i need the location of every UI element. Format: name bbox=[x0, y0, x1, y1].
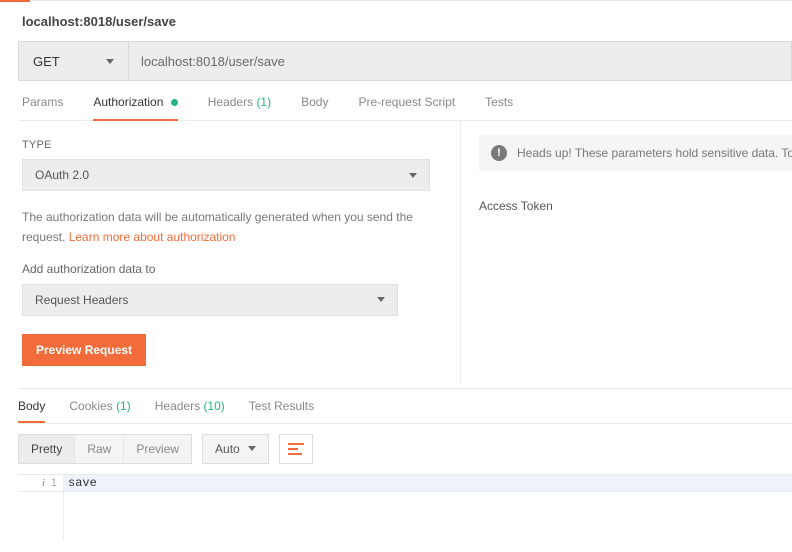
response-format-value: Auto bbox=[215, 442, 240, 456]
tab-headers-count: (1) bbox=[256, 95, 271, 109]
response-format-select[interactable]: Auto bbox=[202, 434, 269, 464]
request-url-input[interactable] bbox=[129, 42, 791, 80]
view-mode-pretty[interactable]: Pretty bbox=[19, 435, 74, 463]
response-tabs: Body Cookies (1) Headers (10) Test Resul… bbox=[18, 388, 792, 424]
authorization-details-pane: ! Heads up! These parameters hold sensit… bbox=[460, 121, 792, 384]
active-tab-indicator bbox=[0, 0, 30, 2]
http-method-value: GET bbox=[33, 54, 60, 69]
tab-authorization-label: Authorization bbox=[93, 95, 163, 109]
resp-tab-body-label: Body bbox=[18, 399, 45, 413]
notice-text: Heads up! These parameters hold sensitiv… bbox=[517, 146, 792, 160]
preview-request-button[interactable]: Preview Request bbox=[22, 334, 146, 366]
view-mode-segment: Pretty Raw Preview bbox=[18, 434, 192, 464]
chevron-down-icon bbox=[106, 59, 114, 64]
tab-prerequest[interactable]: Pre-request Script bbox=[358, 95, 455, 119]
view-mode-preview-label: Preview bbox=[136, 442, 179, 456]
authorization-active-dot-icon bbox=[171, 99, 178, 106]
tab-params-label: Params bbox=[22, 95, 63, 109]
request-config-tabs: Params Authorization Headers (1) Body Pr… bbox=[18, 81, 792, 121]
auth-type-label: TYPE bbox=[22, 139, 442, 151]
resp-tab-test-results-label: Test Results bbox=[249, 399, 314, 413]
tab-tests-label: Tests bbox=[485, 95, 513, 109]
resp-tab-cookies-count: (1) bbox=[116, 399, 131, 413]
response-body-content[interactable]: save bbox=[64, 475, 792, 491]
tab-tests[interactable]: Tests bbox=[485, 95, 513, 119]
tab-headers[interactable]: Headers (1) bbox=[208, 95, 271, 119]
editor-gutter-col bbox=[18, 492, 64, 540]
tab-body[interactable]: Body bbox=[301, 95, 328, 119]
resp-tab-test-results[interactable]: Test Results bbox=[249, 399, 314, 421]
auth-type-value: OAuth 2.0 bbox=[35, 168, 89, 182]
response-viewer-toolbar: Pretty Raw Preview Auto bbox=[18, 424, 792, 474]
authorization-settings-pane: TYPE OAuth 2.0 The authorization data wi… bbox=[18, 121, 460, 384]
add-auth-to-select[interactable]: Request Headers bbox=[22, 284, 398, 316]
chevron-down-icon bbox=[248, 446, 256, 451]
editor-empty-area bbox=[18, 492, 792, 540]
http-method-select[interactable]: GET bbox=[19, 42, 129, 80]
info-icon: ! bbox=[491, 145, 507, 161]
view-mode-preview[interactable]: Preview bbox=[123, 435, 191, 463]
editor-gutter: i 1 bbox=[18, 475, 64, 491]
resp-tab-headers-label: Headers bbox=[155, 399, 200, 413]
view-mode-pretty-label: Pretty bbox=[31, 442, 62, 456]
response-body-line: i 1 save bbox=[18, 474, 792, 492]
chevron-down-icon bbox=[377, 297, 385, 302]
learn-more-link[interactable]: Learn more about authorization bbox=[69, 230, 236, 244]
view-mode-raw[interactable]: Raw bbox=[74, 435, 123, 463]
resp-tab-cookies[interactable]: Cookies (1) bbox=[69, 399, 130, 421]
add-auth-to-value: Request Headers bbox=[35, 293, 128, 307]
info-glyph-icon: i bbox=[42, 477, 45, 489]
resp-tab-cookies-label: Cookies bbox=[69, 399, 112, 413]
tab-body-label: Body bbox=[301, 95, 328, 109]
tab-authorization[interactable]: Authorization bbox=[93, 95, 177, 121]
resp-tab-body[interactable]: Body bbox=[18, 399, 45, 423]
chevron-down-icon bbox=[409, 173, 417, 178]
access-token-label: Access Token bbox=[479, 199, 792, 213]
wrap-lines-button[interactable] bbox=[279, 434, 313, 464]
view-mode-raw-label: Raw bbox=[87, 442, 111, 456]
line-number: 1 bbox=[51, 477, 57, 489]
add-auth-to-label: Add authorization data to bbox=[22, 262, 442, 276]
wrap-lines-icon bbox=[288, 443, 304, 455]
request-tab-header: localhost:8018/user/save bbox=[18, 1, 792, 41]
request-bar: GET bbox=[18, 41, 792, 81]
auth-helper-text: The authorization data will be automatic… bbox=[22, 207, 442, 248]
tab-params[interactable]: Params bbox=[22, 95, 63, 119]
request-tab-title: localhost:8018/user/save bbox=[18, 14, 176, 29]
tab-prerequest-label: Pre-request Script bbox=[358, 95, 455, 109]
resp-tab-headers-count: (10) bbox=[203, 399, 224, 413]
tab-headers-label: Headers bbox=[208, 95, 253, 109]
sensitive-data-notice: ! Heads up! These parameters hold sensit… bbox=[479, 135, 792, 171]
auth-type-select[interactable]: OAuth 2.0 bbox=[22, 159, 430, 191]
resp-tab-headers[interactable]: Headers (10) bbox=[155, 399, 225, 421]
